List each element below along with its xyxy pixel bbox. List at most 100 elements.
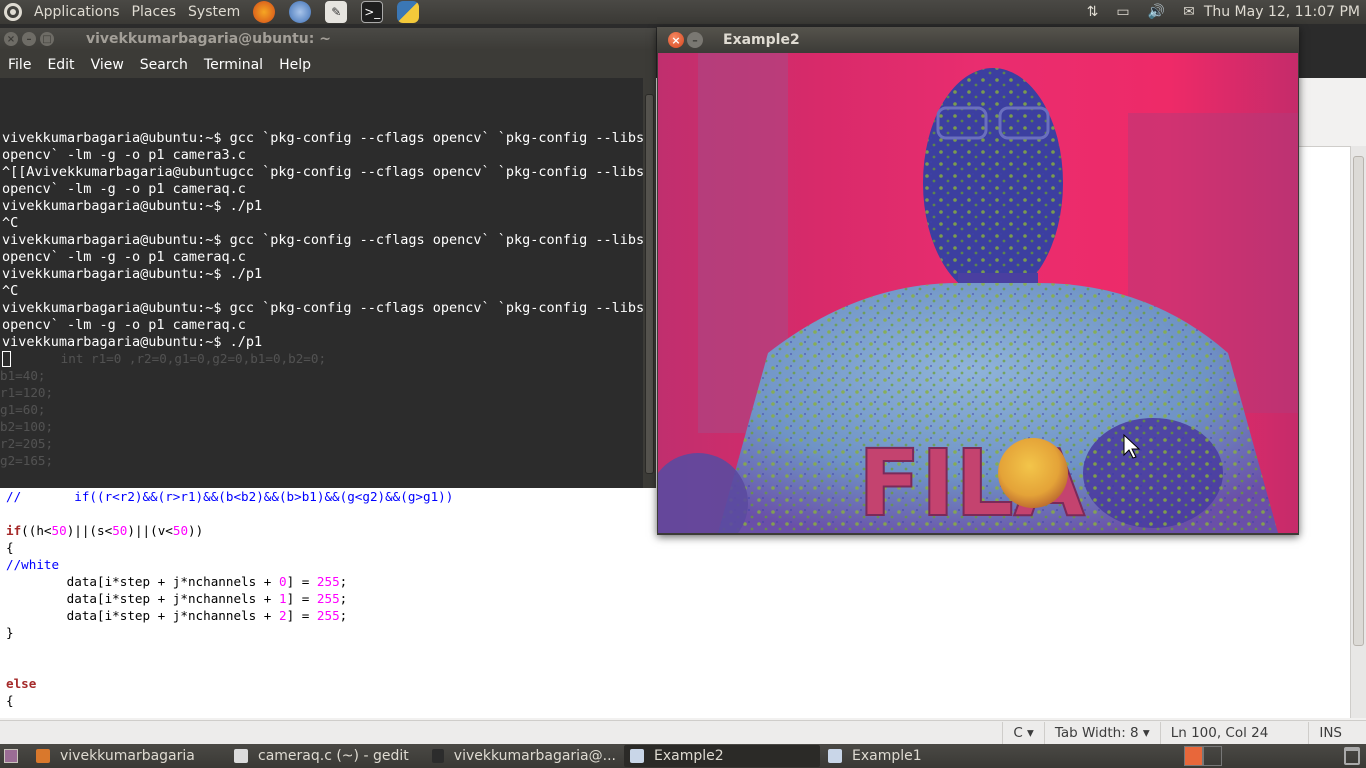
code-line: {	[6, 540, 14, 555]
ghost-code-line: r1=120;	[0, 385, 54, 400]
taskbar-item[interactable]: vivekkumarbagaria@...	[426, 745, 622, 767]
code-line: data[i*step + j*nchannels + 1] = 255;	[6, 591, 348, 606]
example2-window: × – Example2 FILA	[657, 27, 1299, 535]
ghost-code-line: g1=60;	[0, 402, 46, 417]
ghost-code-line: g2=165;	[0, 453, 54, 468]
trash-icon[interactable]	[1344, 747, 1360, 765]
terminal-background-ghost: int r1=0 ,r2=0,g1=0,g2=0,b1=0,b2=0; b1=40…	[0, 350, 643, 488]
scrollbar-thumb[interactable]	[645, 94, 654, 474]
tab-width-selector[interactable]: Tab Width: 8 ▾	[1043, 721, 1160, 744]
gedit-document-area[interactable]	[1298, 146, 1350, 488]
terminal-line: vivekkumarbagaria@ubuntu:~$ ./p1	[2, 198, 263, 214]
taskbar-label: Example2	[654, 748, 724, 764]
taskbar-label: cameraq.c (~) - gedit	[258, 748, 409, 764]
terminal-scrollbar[interactable]	[643, 78, 656, 488]
taskbar-item[interactable]: Example2	[624, 745, 820, 767]
scrollbar-thumb[interactable]	[1353, 156, 1364, 646]
example2-titlebar[interactable]: × – Example2	[657, 27, 1299, 53]
menu-search[interactable]: Search	[132, 57, 196, 73]
python-icon[interactable]	[397, 1, 420, 23]
workspace-2[interactable]	[1203, 746, 1222, 766]
taskbar-item[interactable]: Example1	[822, 745, 1018, 767]
gedit-statusbar: C ▾ Tab Width: 8 ▾ Ln 100, Col 24 INS	[0, 720, 1366, 744]
ghost-code-line: b2=100;	[0, 419, 54, 434]
terminal-cursor	[2, 351, 11, 367]
terminal-title: vivekkumarbagaria@ubuntu: ~	[86, 31, 331, 47]
code-line: //white	[6, 557, 60, 572]
terminal-icon[interactable]: >_	[361, 1, 384, 23]
battery-icon[interactable]: ▭	[1116, 4, 1129, 20]
minimize-icon[interactable]: –	[22, 32, 36, 46]
taskbar-label: Example1	[852, 748, 922, 764]
taskbar-label: vivekkumarbagaria	[60, 748, 195, 764]
terminal-line: opencv` -lm -g -o p1 cameraq.c	[2, 249, 246, 265]
menu-help[interactable]: Help	[271, 57, 319, 73]
terminal-line: vivekkumarbagaria@ubuntu:~$ ./p1	[2, 266, 263, 282]
terminal-line: ^C	[2, 215, 19, 231]
terminal-window: × – □ vivekkumarbagaria@ubuntu: ~ File E…	[0, 28, 656, 488]
terminal-line: opencv` -lm -g -o p1 cameraq.c	[2, 317, 246, 333]
terminal-output[interactable]: int r1=0 ,r2=0,g1=0,g2=0,b1=0,b2=0; b1=40…	[0, 78, 643, 488]
menu-edit[interactable]: Edit	[39, 57, 82, 73]
close-icon[interactable]: ×	[4, 32, 18, 46]
terminal-menubar: File Edit View Search Terminal Help	[0, 50, 656, 78]
ghost-code-line: r2=205;	[0, 436, 54, 451]
top-panel: Applications Places System ✎ >_ ⇅ ▭ 🔊 ✉ …	[0, 0, 1366, 24]
code-line: }	[6, 625, 14, 640]
menu-view[interactable]: View	[83, 57, 132, 73]
window-icon	[234, 749, 248, 763]
code-line: data[i*step + j*nchannels + 0] = 255;	[6, 574, 348, 589]
ubuntu-logo-icon[interactable]	[4, 3, 22, 21]
menu-file[interactable]: File	[0, 57, 39, 73]
maximize-icon[interactable]: □	[40, 32, 54, 46]
browser-icon[interactable]	[289, 1, 312, 23]
terminal-titlebar[interactable]: × – □ vivekkumarbagaria@ubuntu: ~	[0, 28, 656, 50]
camera-frame-image: FILA	[658, 53, 1298, 533]
terminal-line: vivekkumarbagaria@ubuntu:~$ ./p1	[2, 334, 263, 350]
code-line: data[i*step + j*nchannels + 2] = 255;	[6, 608, 348, 623]
workspace-1[interactable]	[1184, 746, 1203, 766]
window-list: vivekkumarbagaria cameraq.c (~) - gedit vi…	[30, 745, 1020, 767]
system-menu[interactable]: System	[182, 0, 246, 24]
insert-mode: INS	[1308, 721, 1366, 744]
camera-frame: FILA	[658, 53, 1298, 533]
terminal-line: vivekkumarbagaria@ubuntu:~$ gcc `pkg-con…	[2, 232, 643, 248]
mail-icon[interactable]: ✉	[1183, 4, 1195, 20]
clock[interactable]: Thu May 12, 11:07 PM	[1204, 4, 1366, 20]
terminal-line: vivekkumarbagaria@ubuntu:~$ gcc `pkg-con…	[2, 300, 643, 316]
example2-title: Example2	[723, 32, 800, 48]
terminal-line: opencv` -lm -g -o p1 cameraq.c	[2, 181, 246, 197]
network-icon[interactable]: ⇅	[1087, 4, 1099, 20]
tab-width-label: Tab Width: 8	[1054, 724, 1139, 741]
text-editor-icon[interactable]: ✎	[325, 1, 348, 23]
workspace-switcher[interactable]	[1184, 746, 1222, 766]
terminal-line: ^C	[2, 283, 19, 299]
window-icon	[630, 749, 644, 763]
bottom-panel: vivekkumarbagaria cameraq.c (~) - gedit vi…	[0, 744, 1366, 768]
ghost-code-line: b1=40;	[0, 368, 46, 383]
minimize-icon[interactable]: –	[687, 32, 703, 48]
window-icon	[36, 749, 50, 763]
firefox-icon[interactable]	[253, 1, 276, 23]
gedit-scrollbar[interactable]	[1350, 146, 1366, 718]
language-selector[interactable]: C ▾	[1002, 721, 1044, 744]
language-label: C	[1013, 724, 1023, 741]
menu-terminal[interactable]: Terminal	[196, 57, 271, 73]
taskbar-label: vivekkumarbagaria@...	[453, 748, 616, 764]
system-tray: ⇅ ▭ 🔊 ✉ Thu May 12, 11:07 PM	[1078, 0, 1366, 24]
code-line: {	[6, 693, 14, 708]
volume-icon[interactable]: 🔊	[1148, 4, 1165, 20]
places-menu[interactable]: Places	[126, 0, 183, 24]
show-desktop-icon[interactable]	[4, 749, 18, 763]
code-line: else	[6, 676, 37, 691]
terminal-lines: vivekkumarbagaria@ubuntu:~$ gcc `pkg-con…	[2, 130, 643, 368]
taskbar-item[interactable]: vivekkumarbagaria	[30, 745, 226, 767]
applications-menu[interactable]: Applications	[28, 0, 126, 24]
taskbar-item[interactable]: cameraq.c (~) - gedit	[228, 745, 424, 767]
cursor-position: Ln 100, Col 24	[1159, 721, 1309, 744]
close-icon[interactable]: ×	[668, 32, 684, 48]
terminal-line: opencv` -lm -g -o p1 camera3.c	[2, 147, 246, 163]
window-icon	[432, 749, 444, 763]
